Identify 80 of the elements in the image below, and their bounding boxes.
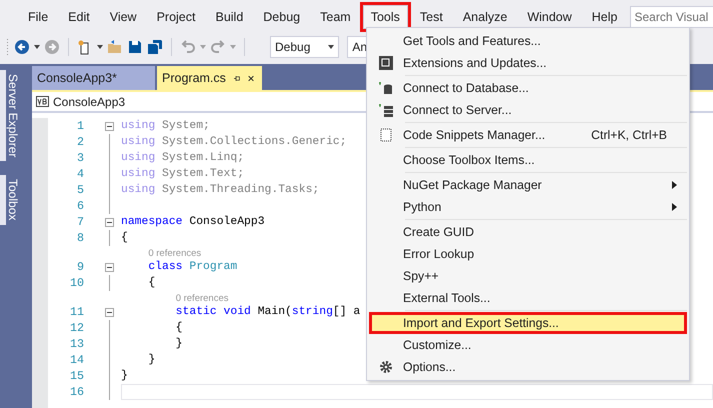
caret-icon[interactable] <box>34 45 40 49</box>
line-number: 14 <box>68 353 84 367</box>
menu-item[interactable]: Help <box>584 5 626 29</box>
code-line: using System.Collections.Generic; <box>121 136 347 148</box>
menu-item[interactable]: External Tools... <box>369 287 687 309</box>
search-field[interactable]: Search Visual <box>630 6 713 28</box>
document-tab[interactable]: Program.cs <box>157 66 262 90</box>
menu-item[interactable]: Tools <box>362 5 408 29</box>
menu-item[interactable]: Edit <box>60 5 98 29</box>
menu-item[interactable]: Connect to Server... <box>369 99 687 121</box>
code-line: static void Main(string[] a <box>174 306 360 318</box>
menu-item[interactable]: Code Snippets Manager... Ctrl+K, Ctrl+B <box>369 124 687 146</box>
code-line: using System.Linq; <box>121 152 244 164</box>
line-number: 7 <box>76 215 84 229</box>
back-icon[interactable] <box>14 39 30 55</box>
line-number: 12 <box>68 321 84 335</box>
code-line: { <box>174 322 183 334</box>
code-line: using System.Threading.Tasks; <box>121 184 320 196</box>
menu-item[interactable]: Create GUID <box>369 221 687 243</box>
line-number: 1 <box>76 119 84 133</box>
line-number: 15 <box>68 369 84 383</box>
menu-item[interactable]: File <box>20 5 56 29</box>
code-line: using System.Text; <box>121 168 244 180</box>
server-icon <box>379 103 393 117</box>
menu-item[interactable]: Project <box>148 5 204 29</box>
menu-item[interactable]: Window <box>519 5 580 29</box>
document-tab[interactable]: ConsoleApp3* <box>32 66 155 90</box>
menu-item[interactable]: Spy++ <box>369 265 687 287</box>
caret-icon <box>328 45 334 49</box>
code-line: class Program <box>147 261 238 273</box>
pin-icon[interactable] <box>234 74 240 82</box>
menu-item[interactable]: Python <box>369 196 687 218</box>
menu-item[interactable]: Team <box>312 5 359 29</box>
code-line: using System; <box>121 120 210 132</box>
line-number: 13 <box>68 337 84 351</box>
line-number: 5 <box>76 183 84 197</box>
settings-icon <box>379 360 393 374</box>
project-name: ConsoleApp3 <box>53 94 126 108</box>
line-number: 4 <box>76 167 84 181</box>
code-line: } <box>147 354 156 366</box>
line-number: 11 <box>68 305 84 319</box>
line-number: 2 <box>76 135 84 149</box>
collapse-icon[interactable] <box>105 122 114 130</box>
menu-item[interactable]: Error Lookup <box>369 243 687 265</box>
code-line: { <box>121 232 128 244</box>
code-line: } <box>121 370 128 382</box>
configuration-dropdown[interactable]: Debug <box>270 36 340 58</box>
menu-item[interactable]: Debug <box>255 5 308 29</box>
line-number: 6 <box>76 199 84 213</box>
menu-item[interactable]: Build <box>207 5 252 29</box>
menu-item[interactable]: Import and Export Settings... <box>369 312 687 334</box>
save-all-icon[interactable] <box>147 39 163 55</box>
menu-item[interactable]: NuGet Package Manager <box>369 174 687 196</box>
menu-item[interactable]: View <box>102 5 145 29</box>
code-line: } <box>174 338 183 350</box>
menu-item[interactable]: Test <box>412 5 451 29</box>
snippet-icon <box>379 128 393 142</box>
close-icon[interactable] <box>248 74 254 82</box>
menu-item[interactable]: Connect to Database... <box>369 77 687 99</box>
save-icon[interactable] <box>127 39 143 55</box>
menu-item[interactable]: Choose Toolbox Items... <box>369 149 687 171</box>
line-number: 8 <box>76 231 84 245</box>
line-number: 16 <box>68 385 84 399</box>
line-number: 10 <box>68 276 84 290</box>
collapse-icon[interactable] <box>105 308 114 316</box>
extensions-icon <box>379 56 393 70</box>
side-tab[interactable]: Server Explorer <box>0 70 20 162</box>
line-number: 9 <box>76 260 84 274</box>
menu-item[interactable]: Analyze <box>454 5 516 29</box>
side-tab[interactable]: Toolbox <box>0 175 20 225</box>
code-line: namespace ConsoleApp3 <box>121 216 265 228</box>
line-number: 3 <box>76 151 84 165</box>
code-line: { <box>147 277 156 289</box>
collapse-icon[interactable] <box>105 218 114 226</box>
project-icon <box>36 96 49 107</box>
menu-item[interactable]: Options... <box>369 356 687 378</box>
collapse-icon[interactable] <box>105 262 114 272</box>
caret-icon[interactable] <box>97 45 103 49</box>
database-icon <box>379 81 393 95</box>
menu-item[interactable]: Customize... <box>369 334 687 356</box>
